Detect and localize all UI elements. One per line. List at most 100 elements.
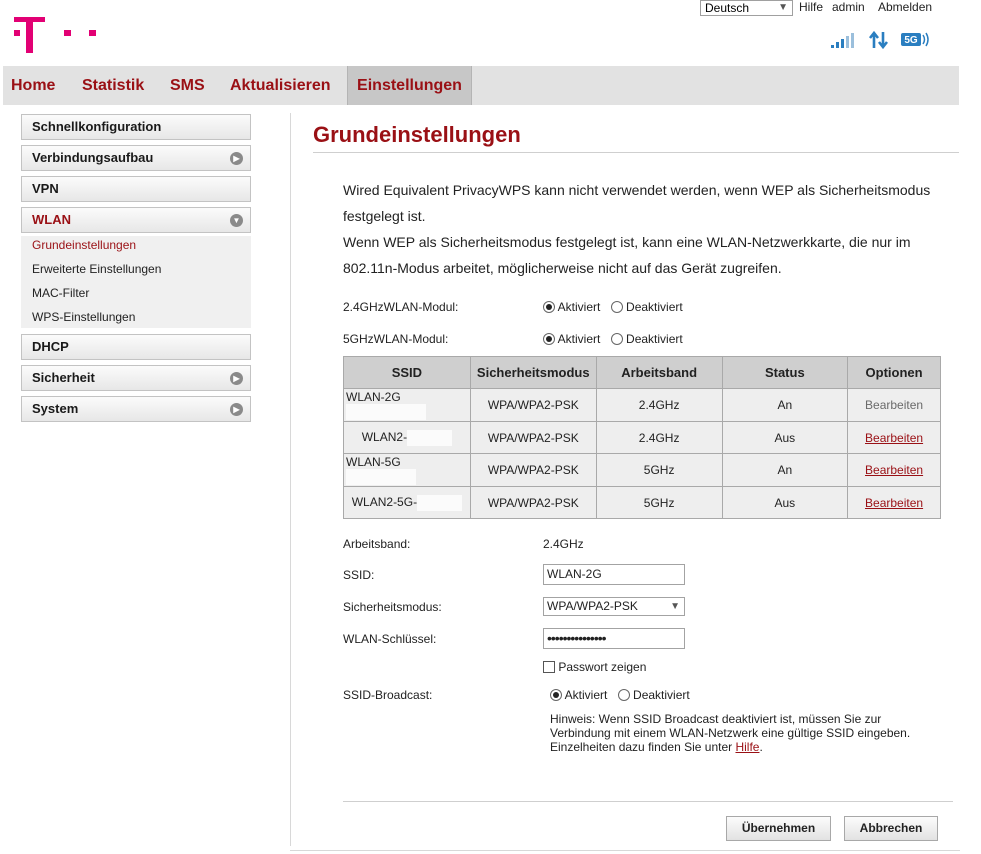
user-name: admin [832, 0, 865, 14]
nav-sms[interactable]: SMS [162, 66, 213, 105]
radio-checked-icon [550, 689, 562, 701]
ssid-text: WLAN-5G [346, 455, 401, 469]
language-select[interactable]: Deutsch ▼ [700, 0, 793, 16]
language-value: Deutsch [705, 1, 750, 15]
nav-statistik[interactable]: Statistik [74, 66, 152, 105]
table-row: WLAN-5G WPA/WPA2-PSK 5GHz An Bearbeiten [343, 453, 941, 487]
edit-link[interactable]: Bearbeiten [865, 431, 923, 445]
sidebar-item-system[interactable]: System ▶ [21, 396, 251, 422]
sidebar-item-dhcp[interactable]: DHCP [21, 334, 251, 360]
redacted-block [407, 429, 453, 446]
wlan-key-input[interactable]: ••••••••••••••• [543, 628, 685, 649]
show-password-checkbox[interactable]: Passwort zeigen [543, 660, 646, 674]
nav-einstellungen[interactable]: Einstellungen [347, 66, 472, 105]
table-row: WLAN-2G WPA/WPA2-PSK 2.4GHz An Bearbeite… [343, 388, 941, 422]
option-cell: Bearbeiten [847, 486, 941, 519]
main-nav: Home Statistik SMS Aktualisieren Einstel… [3, 66, 959, 105]
wlan-key-value: ••••••••••••••• [547, 630, 607, 646]
ssid-broadcast-radio-group: Aktiviert Deaktiviert [550, 688, 697, 702]
band-cell: 5GHz [595, 453, 723, 487]
module-24-on-radio[interactable]: Aktiviert [543, 300, 600, 314]
checkbox-unchecked-icon [543, 661, 555, 673]
edit-link[interactable]: Bearbeiten [865, 496, 923, 510]
info-line: festgelegt ist. [343, 208, 426, 224]
page-title: Grundeinstellungen [313, 122, 521, 147]
security-mode-value: WPA/WPA2-PSK [547, 599, 638, 613]
hint-help-link[interactable]: Hilfe [735, 740, 759, 754]
sidebar-item-label: Verbindungsaufbau [32, 150, 154, 165]
chevron-right-icon: ▶ [230, 152, 243, 165]
radio-unchecked-icon [617, 689, 630, 701]
nav-aktualisieren[interactable]: Aktualisieren [222, 66, 338, 105]
ssid-input[interactable]: WLAN-2G [543, 564, 685, 585]
module-24-radio-group: Aktiviert Deaktiviert [543, 300, 690, 314]
status-cell: An [721, 453, 849, 487]
status-cell: Aus [721, 486, 849, 519]
table-header-row: SSID Sicherheitsmodus Arbeitsband Status… [343, 356, 941, 389]
redacted-block [417, 494, 463, 511]
module-5-radio-group: Aktiviert Deaktiviert [543, 332, 690, 346]
band-cell: 5GHz [595, 486, 723, 519]
sidebar-item-schnellkonfiguration[interactable]: Schnellkonfiguration [21, 114, 251, 140]
column-header-band: Arbeitsband [595, 356, 723, 389]
column-header-security: Sicherheitsmodus [469, 356, 597, 389]
chevron-down-icon: ▼ [778, 2, 788, 13]
security-cell: WPA/WPA2-PSK [469, 421, 597, 454]
submenu-mac-filter[interactable]: MAC-Filter [32, 286, 89, 300]
ssid-table: SSID Sicherheitsmodus Arbeitsband Status… [343, 356, 941, 519]
option-cell: Bearbeiten [847, 421, 941, 454]
module-5-on-radio[interactable]: Aktiviert [543, 332, 600, 346]
broadcast-off-radio[interactable]: Deaktiviert [617, 688, 690, 702]
ssid-text: WLAN-2G [346, 390, 401, 404]
edit-link-disabled: Bearbeiten [865, 398, 924, 412]
submenu-wps-einstellungen[interactable]: WPS-Einstellungen [32, 310, 135, 324]
sidebar-item-label: Sicherheit [32, 370, 95, 385]
security-mode-select[interactable]: WPA/WPA2-PSK ▼ [543, 597, 685, 616]
column-header-ssid: SSID [343, 356, 471, 389]
edit-link[interactable]: Bearbeiten [865, 463, 923, 477]
data-transfer-icon [868, 30, 889, 50]
status-cell: An [721, 388, 849, 422]
hint-end: . [759, 740, 763, 754]
signal-strength-icon [831, 33, 854, 48]
security-cell: WPA/WPA2-PSK [469, 486, 597, 519]
submenu-erweiterte-einstellungen[interactable]: Erweiterte Einstellungen [32, 262, 161, 276]
info-line: Wired Equivalent PrivacyWPS kann nicht v… [343, 182, 931, 198]
logout-link[interactable]: Abmelden [878, 0, 932, 14]
option-cell: Bearbeiten [847, 388, 941, 422]
show-password-label: Passwort zeigen [558, 660, 647, 674]
ssid-input-value: WLAN-2G [547, 567, 602, 581]
redacted-block [346, 404, 426, 420]
radio-label: Deaktiviert [626, 300, 683, 314]
column-header-options: Optionen [847, 356, 941, 389]
sidebar-item-vpn[interactable]: VPN [21, 176, 251, 202]
broadcast-on-radio[interactable]: Aktiviert [550, 688, 607, 702]
sidebar-item-verbindungsaufbau[interactable]: Verbindungsaufbau ▶ [21, 145, 251, 171]
submenu-grundeinstellungen[interactable]: Grundeinstellungen [32, 238, 136, 252]
radio-label: Deaktiviert [626, 332, 683, 346]
module-5-off-radio[interactable]: Deaktiviert [610, 332, 683, 346]
sidebar-item-label: VPN [32, 181, 59, 196]
sidebar-item-wlan[interactable]: WLAN ▼ [21, 207, 251, 233]
status-cell: Aus [721, 421, 849, 454]
table-row: WLAN2- WPA/WPA2-PSK 2.4GHz Aus Bearbeite… [343, 421, 941, 454]
radio-checked-icon [543, 333, 555, 345]
table-row: WLAN2-5G- WPA/WPA2-PSK 5GHz Aus Bearbeit… [343, 486, 941, 519]
ssid-broadcast-label: SSID-Broadcast: [343, 688, 433, 702]
help-link[interactable]: Hilfe [799, 0, 823, 14]
apply-button[interactable]: Übernehmen [726, 816, 831, 841]
module-24-off-radio[interactable]: Deaktiviert [610, 300, 683, 314]
option-cell: Bearbeiten [847, 453, 941, 487]
ssid-cell: WLAN2-5G- [343, 486, 471, 519]
broadcast-hint: Hinweis: Wenn SSID Broadcast deaktiviert… [550, 712, 930, 754]
radio-label: Aktiviert [564, 688, 608, 702]
ssid-label: SSID: [343, 568, 375, 582]
nav-home[interactable]: Home [3, 66, 63, 105]
sidebar-item-sicherheit[interactable]: Sicherheit ▶ [21, 365, 251, 391]
cancel-button[interactable]: Abbrechen [844, 816, 938, 841]
hint-text: Hinweis: Wenn SSID Broadcast deaktiviert… [550, 712, 911, 754]
radio-label: Deaktiviert [633, 688, 690, 702]
info-line: Wenn WEP als Sicherheitsmodus festgelegt… [343, 234, 911, 250]
sidebar-item-label: DHCP [32, 339, 69, 354]
security-cell: WPA/WPA2-PSK [469, 453, 597, 487]
